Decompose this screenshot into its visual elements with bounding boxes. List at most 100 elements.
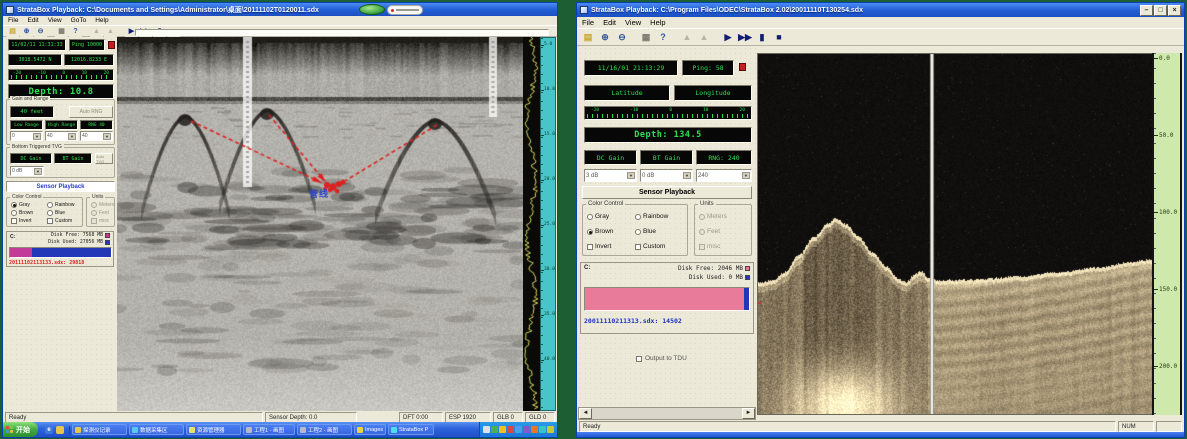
zoom-out-icon[interactable]: ⊖	[34, 26, 47, 37]
checkbox-invert[interactable]: Invert	[587, 243, 611, 250]
help-icon[interactable]: ?	[69, 26, 82, 37]
print-icon[interactable]: ▦	[638, 30, 654, 44]
zoom-in-icon[interactable]: ⊕	[20, 26, 33, 37]
tray-icon[interactable]	[483, 426, 490, 433]
radio-rainbow[interactable]: Rainbow	[635, 213, 668, 220]
disk-free-legend: Disk Free: 2046 MB	[678, 265, 750, 272]
app-icon	[6, 6, 14, 14]
radio-rainbow[interactable]: Rainbow	[47, 202, 74, 208]
toolbar-field[interactable]	[135, 29, 549, 36]
tray-icon[interactable]	[547, 426, 554, 433]
taskbar-button[interactable]: 资源管理器	[186, 424, 241, 435]
taskbar-button[interactable]: StrataBox P	[388, 424, 434, 435]
maximize-button[interactable]: □	[1154, 5, 1167, 16]
radio-gray[interactable]: Gray	[11, 202, 30, 208]
menu-item-view[interactable]: View	[625, 18, 641, 27]
left-titlebar[interactable]: StrataBox Playback: C:\Documents and Set…	[3, 3, 557, 16]
menu-item-file[interactable]: File	[8, 17, 18, 24]
menu-item-edit[interactable]: Edit	[603, 18, 616, 27]
panel-hscrollbar[interactable]: ◄ ►	[578, 407, 756, 420]
zoom-out-icon[interactable]: ⊖	[614, 30, 630, 44]
radio-brown[interactable]: Brown	[11, 210, 33, 216]
radio-meters[interactable]: Meters	[91, 202, 114, 208]
depth-ruler-label: 35.0	[544, 312, 555, 317]
latitude-display: Latitude	[584, 85, 670, 101]
checkbox-custom[interactable]: Custom	[47, 218, 72, 224]
menu-item-view[interactable]: View	[48, 17, 62, 24]
auto-rng-button[interactable]: Auto RNG	[69, 106, 113, 118]
scroll-left-icon[interactable]: ◄	[579, 408, 592, 419]
menu-item-help[interactable]: Help	[650, 18, 665, 27]
combo-box[interactable]: 0 dB▼	[640, 169, 693, 182]
tray-icon[interactable]	[499, 426, 506, 433]
taskbar-button[interactable]: 数据采集区	[129, 424, 184, 435]
desktop-icon[interactable]	[56, 426, 64, 434]
fast-forward-icon[interactable]: ▶▶	[737, 30, 753, 44]
page-up-icon[interactable]: ▲	[679, 30, 695, 44]
radio-feet[interactable]: Feet	[699, 228, 720, 235]
checkbox-misc[interactable]: misc	[699, 243, 720, 250]
minor-ticks	[541, 38, 543, 410]
left-window-title: StrataBox Playback: C:\Documents and Set…	[17, 5, 319, 15]
tvg-combo[interactable]: 0 dB▼	[10, 166, 44, 176]
stop-icon[interactable]: ■	[771, 30, 787, 44]
radio-meters[interactable]: Meters	[699, 213, 727, 220]
checkbox-invert[interactable]: Invert	[11, 218, 32, 224]
chevron-down-icon: ▼	[627, 172, 635, 179]
radio-blue[interactable]: Blue	[47, 210, 65, 216]
tray-icon[interactable]	[491, 426, 498, 433]
left-depth-ruler: 5.010.015.020.025.030.035.040.0	[540, 37, 556, 411]
record-indicator[interactable]	[108, 41, 115, 49]
close-button[interactable]: ×	[1168, 5, 1181, 16]
help-icon[interactable]: ?	[655, 30, 671, 44]
tray-icon[interactable]	[515, 426, 522, 433]
tray-icon[interactable]	[507, 426, 514, 433]
taskbar-button[interactable]: Images	[354, 424, 386, 435]
checkbox-custom[interactable]: Custom	[635, 243, 665, 250]
radio-blue[interactable]: Blue	[635, 228, 656, 235]
radio-brown[interactable]: Brown	[587, 228, 613, 235]
tray-icon[interactable]	[539, 426, 546, 433]
menu-item-file[interactable]: File	[582, 18, 594, 27]
print-icon[interactable]: ▦	[55, 26, 68, 37]
menu-item-help[interactable]: Help	[95, 17, 108, 24]
menu-item-goto[interactable]: GoTo	[71, 17, 87, 24]
ie-icon[interactable]: e	[45, 426, 53, 434]
checkbox-icon	[636, 356, 642, 362]
taskbar-button[interactable]: 探测仪记录	[72, 424, 127, 435]
radio-icon	[587, 229, 593, 235]
taskbar-button[interactable]: 工程2 - 画图	[297, 424, 352, 435]
radio-feet[interactable]: Feet	[91, 210, 109, 216]
drive-label: C:	[584, 265, 590, 271]
right-titlebar[interactable]: StrataBox Playback: C:\Program Files\ODE…	[577, 3, 1184, 17]
ruler-tick-label: 0	[669, 108, 672, 113]
output-tdu-checkbox[interactable]: Output to TDU	[636, 355, 687, 362]
color-control-label: Color Control	[586, 201, 625, 207]
play-icon[interactable]: ▶	[720, 30, 736, 44]
page-up-icon[interactable]: ▲	[90, 26, 103, 37]
combo-box[interactable]: 40▼	[80, 131, 113, 141]
combo-box[interactable]: 40▼	[45, 131, 78, 141]
page-down-icon[interactable]: ▲	[104, 26, 117, 37]
start-button[interactable]: 开始	[3, 422, 38, 437]
combo-box[interactable]: 0▼	[10, 131, 43, 141]
combo-box[interactable]: 240▼	[696, 169, 752, 182]
menu-item-edit[interactable]: Edit	[27, 17, 38, 24]
depth-ruler-label: 10.0	[544, 87, 555, 92]
record-indicator[interactable]	[739, 63, 746, 71]
taskbar-button[interactable]: 工程1 - 画图	[243, 424, 295, 435]
checkbox-misc[interactable]: misc	[91, 218, 109, 224]
minimize-button[interactable]: –	[1140, 5, 1153, 16]
tray-icon[interactable]	[523, 426, 530, 433]
open-folder-icon[interactable]: ▤	[580, 30, 596, 44]
tray-icon[interactable]	[531, 426, 538, 433]
pause-icon[interactable]: ▮	[754, 30, 770, 44]
auto-tvg-button[interactable]: Auto TVG	[95, 153, 113, 164]
radio-gray[interactable]: Gray	[587, 213, 609, 220]
scroll-right-icon[interactable]: ►	[742, 408, 755, 419]
zoom-in-icon[interactable]: ⊕	[597, 30, 613, 44]
combo-box[interactable]: 3 dB▼	[584, 169, 637, 182]
open-folder-icon[interactable]: ▤	[6, 26, 19, 37]
depth-ruler-label: 0.0	[1159, 55, 1170, 62]
page-down-icon[interactable]: ▲	[696, 30, 712, 44]
